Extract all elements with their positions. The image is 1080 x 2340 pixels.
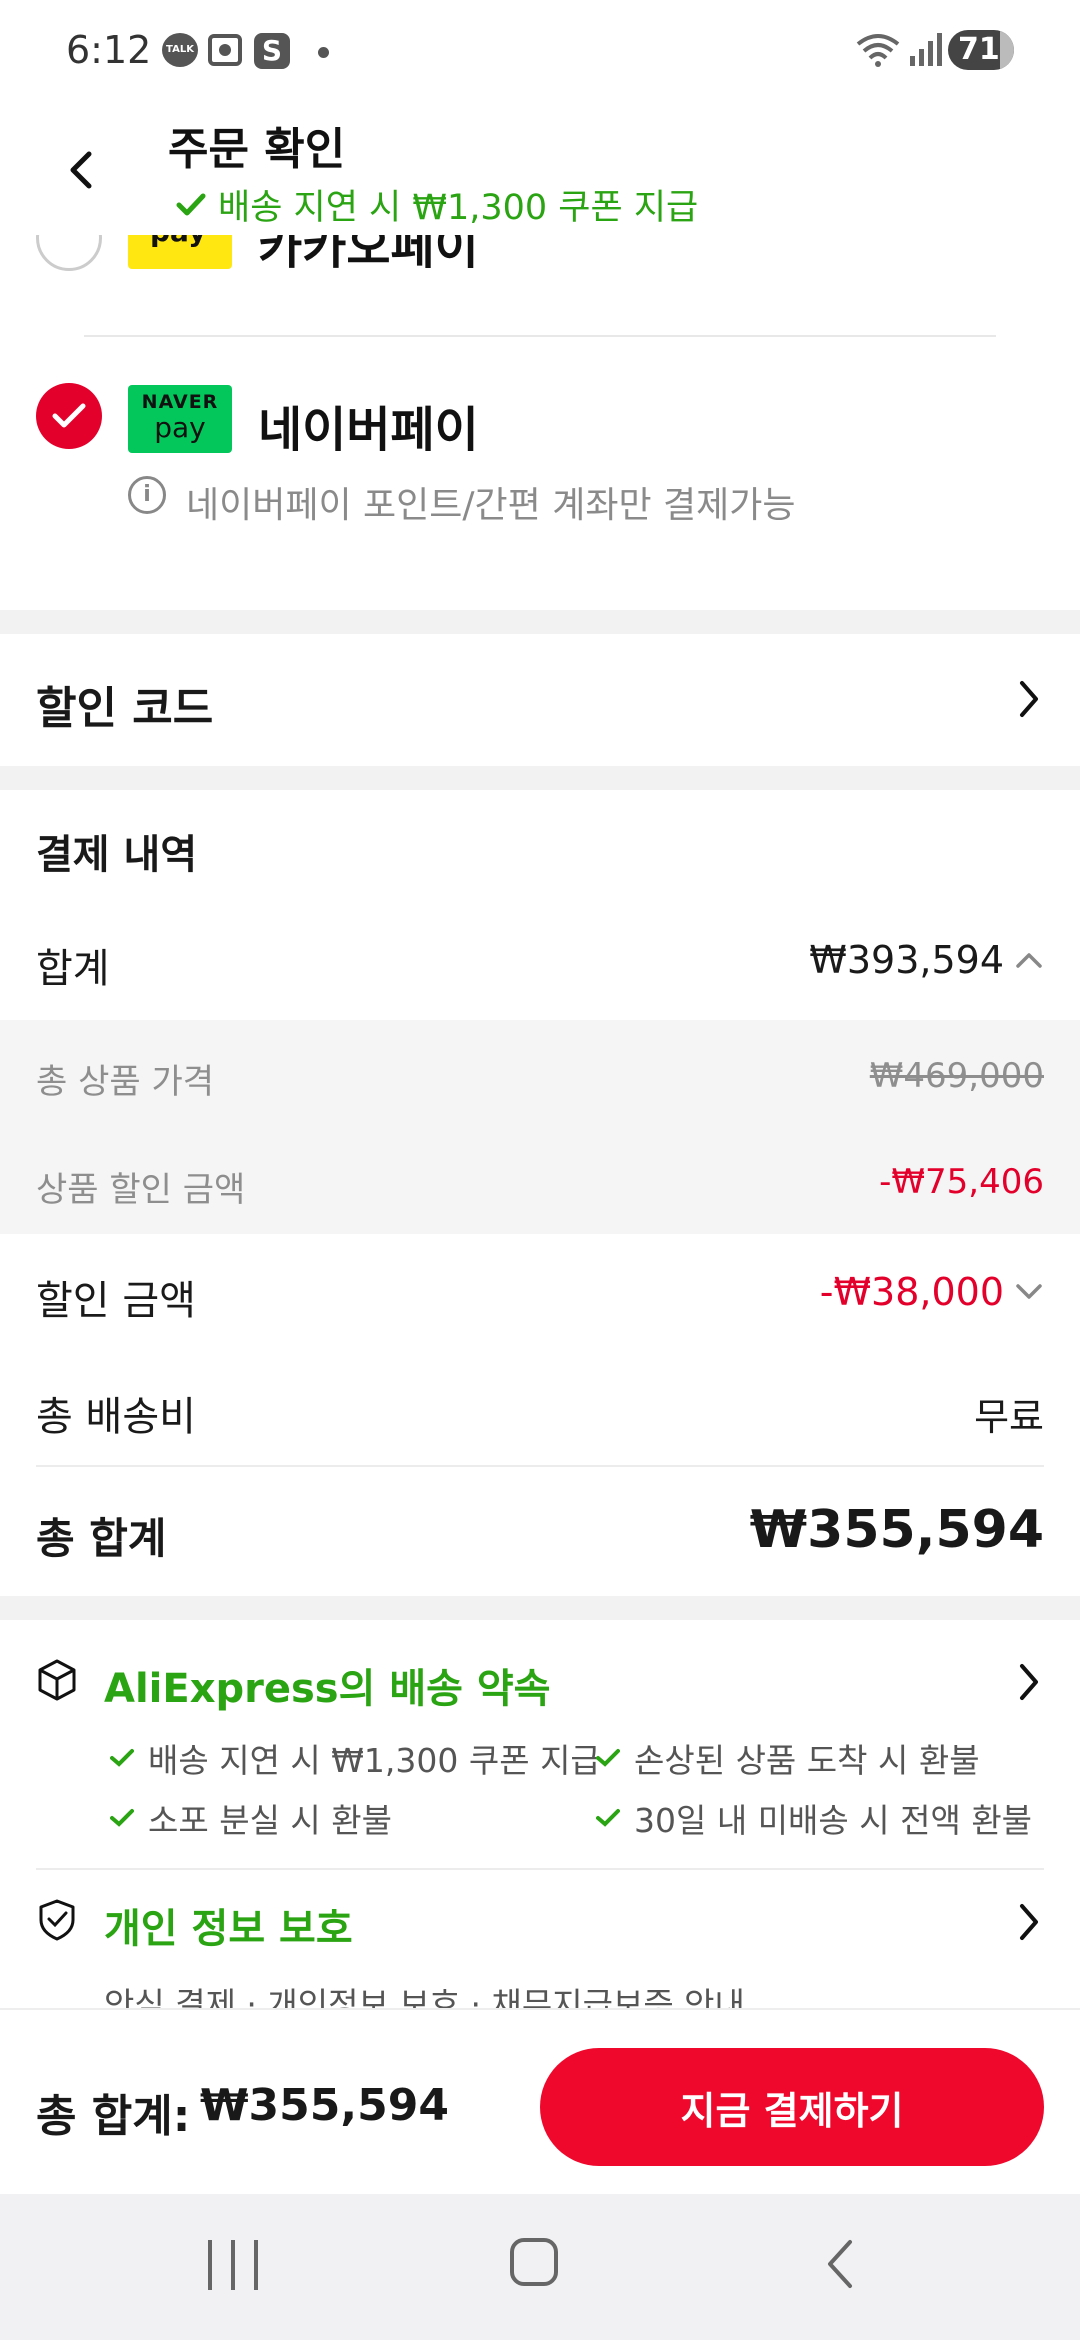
home-icon[interactable] — [510, 2238, 558, 2286]
more-notifications-dot-icon — [318, 47, 329, 58]
promise-item: 30일 내 미배송 시 전액 환불 — [596, 1794, 1032, 1842]
subtotal-value: ₩393,594 — [809, 938, 1004, 982]
discount-label: 할인 금액 — [36, 1278, 196, 1324]
recents-icon[interactable] — [208, 2240, 258, 2290]
delivery-delay-text: 배송 지연 시 ₩1,300 쿠폰 지급 — [218, 188, 699, 228]
section-gap — [0, 610, 1080, 634]
info-icon: i — [128, 476, 166, 514]
kakaopay-radio[interactable] — [36, 235, 102, 271]
kakaopay-label: 카카오페이 — [258, 235, 479, 275]
s-app-notification-icon: S — [254, 33, 290, 69]
chevron-right-icon — [1020, 1904, 1038, 1940]
back-button[interactable] — [56, 135, 106, 205]
header: 주문 확인 배송 지연 시 ₩1,300 쿠폰 지급 — [0, 105, 1080, 235]
promise-item: 소포 분실 시 환불 — [110, 1794, 392, 1842]
promise-item-text: 배송 지연 시 ₩1,300 쿠폰 지급 — [148, 1741, 601, 1780]
system-nav-bar — [0, 2194, 1080, 2340]
promise-item-text: 손상된 상품 도착 시 환불 — [634, 1741, 980, 1780]
privacy-subtitle: 안심 결제 · 개인정보 보호 · 채무지급보증 안내 — [104, 1985, 745, 2008]
chevron-right-icon — [1020, 1664, 1038, 1700]
chevron-right-icon — [1020, 681, 1038, 717]
discount-value-wrap: -₩38,000 — [820, 1270, 1044, 1314]
product-discount-label: 상품 할인 금액 — [36, 1170, 246, 1210]
naverpay-logo-bottom: pay — [154, 411, 206, 444]
product-discount-value: -₩75,406 — [879, 1162, 1044, 1202]
naverpay-note: 네이버페이 포인트/간편 계좌만 결제가능 — [186, 485, 796, 526]
divider — [84, 335, 996, 337]
promise-item: 배송 지연 시 ₩1,300 쿠폰 지급 — [110, 1734, 601, 1782]
wifi-icon — [856, 34, 900, 67]
product-total-value: ₩469,000 — [869, 1056, 1044, 1096]
chevron-down-icon — [1016, 1284, 1042, 1299]
payment-option-kakaopay[interactable]: pay 카카오페이 — [0, 235, 1080, 285]
check-icon — [52, 403, 86, 428]
promise-item-text: 30일 내 미배송 시 전액 환불 — [634, 1801, 1033, 1840]
check-icon — [596, 1809, 620, 1827]
delivery-promise-title: AliExpress의 배송 약속 — [104, 1666, 551, 1712]
product-total-label: 총 상품 가격 — [36, 1062, 215, 1102]
divider — [36, 1868, 1044, 1870]
signal-icon — [910, 33, 942, 66]
promise-item: 손상된 상품 도착 시 환불 — [596, 1734, 980, 1782]
section-gap — [0, 766, 1080, 790]
check-icon — [110, 1809, 134, 1827]
status-bar: 6:12 TALK S 71 — [0, 0, 1080, 105]
package-icon — [38, 1659, 76, 1701]
battery-indicator: 71 — [948, 30, 1014, 70]
discount-code-row[interactable]: 할인 코드 — [0, 634, 1080, 764]
chevron-left-icon — [70, 151, 92, 189]
discount-code-label: 할인 코드 — [36, 683, 214, 734]
shipping-label: 총 배송비 — [36, 1394, 196, 1440]
section-gap — [0, 1596, 1080, 1620]
naverpay-radio-checked[interactable] — [36, 383, 102, 449]
bottom-total-value: ₩355,594 — [200, 2080, 449, 2131]
privacy-title: 개인 정보 보호 — [104, 1906, 353, 1952]
status-time: 6:12 — [66, 28, 152, 72]
naverpay-logo: NAVER pay — [128, 385, 232, 453]
shipping-value: 무료 — [974, 1395, 1044, 1439]
kakaopay-logo: pay — [128, 235, 232, 269]
check-icon — [110, 1749, 134, 1767]
summary-title: 결제 내역 — [36, 832, 198, 878]
check-icon — [596, 1749, 620, 1767]
page-title: 주문 확인 — [168, 124, 346, 175]
subtotal-value-wrap: ₩393,594 — [809, 938, 1044, 982]
bottom-total-label: 총 합계: — [36, 2091, 191, 2142]
subtotal-breakdown: 총 상품 가격 ₩469,000 상품 할인 금액 -₩75,406 — [0, 1020, 1080, 1234]
screenshot-notification-icon — [208, 34, 242, 66]
subtotal-label: 합계 — [36, 946, 110, 992]
delivery-delay-notice: 배송 지연 시 ₩1,300 쿠폰 지급 — [176, 179, 698, 230]
pay-now-button[interactable]: 지금 결제하기 — [540, 2048, 1044, 2166]
chevron-up-icon — [1016, 953, 1042, 968]
discount-value: -₩38,000 — [819, 1270, 1004, 1314]
total-label: 총 합계 — [36, 1514, 167, 1563]
promise-item-text: 소포 분실 시 환불 — [148, 1801, 392, 1840]
naverpay-logo-top: NAVER — [141, 391, 219, 413]
kakaotalk-notification-icon: TALK — [162, 33, 198, 67]
total-value: ₩355,594 — [749, 1500, 1044, 1560]
back-nav-icon[interactable] — [820, 2236, 860, 2292]
divider — [36, 1465, 1044, 1467]
shield-check-icon — [39, 1899, 75, 1941]
check-icon — [176, 193, 206, 215]
naverpay-label: 네이버페이 — [258, 402, 479, 458]
checkout-bar: 총 합계: ₩355,594 지금 결제하기 — [0, 2008, 1080, 2194]
